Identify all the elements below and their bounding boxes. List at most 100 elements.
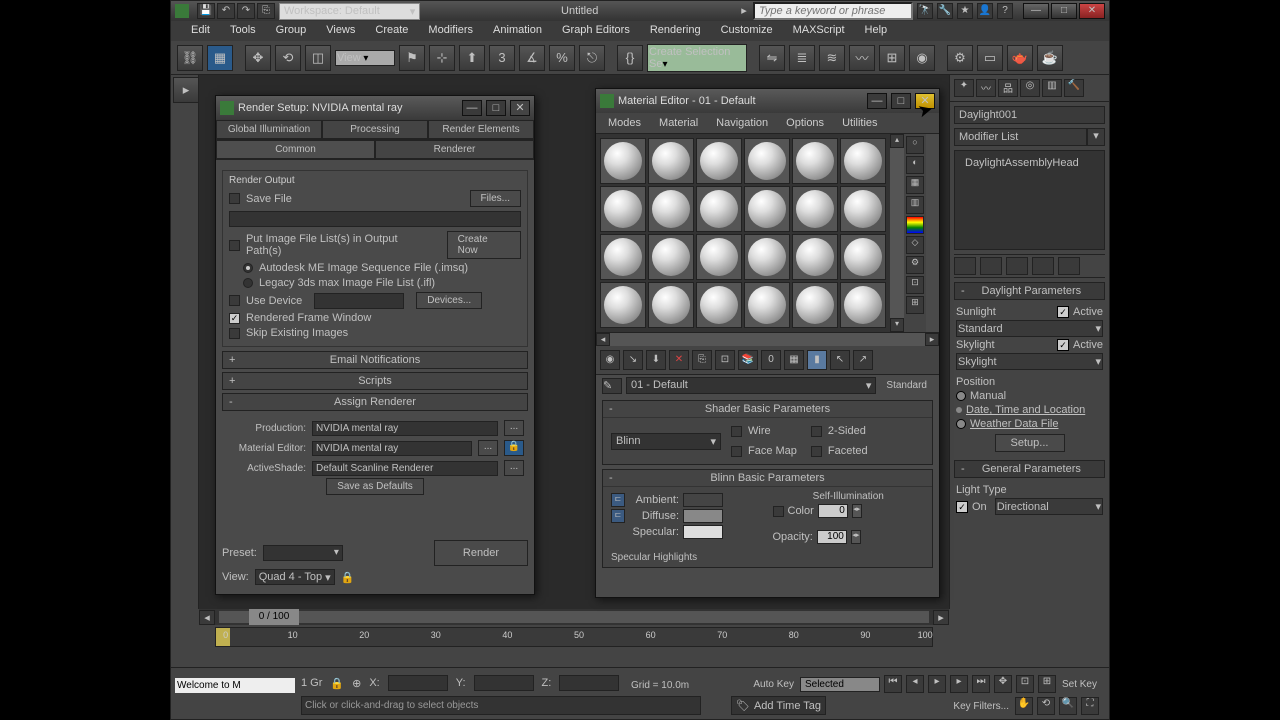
skylight-active-checkbox[interactable]: ✓ — [1057, 339, 1069, 351]
nav-pan-icon[interactable]: ✋ — [1015, 697, 1033, 715]
material-slot[interactable] — [840, 234, 886, 280]
stack-unique-icon[interactable] — [1006, 257, 1028, 275]
vscroll-up-icon[interactable]: ▴ — [890, 134, 904, 148]
lighttype-on-checkbox[interactable]: ✓ — [956, 501, 968, 513]
material-slot[interactable] — [600, 234, 646, 280]
keyfilters-button[interactable]: Key Filters... — [951, 701, 1011, 712]
autokey-button[interactable]: Auto Key — [751, 679, 796, 690]
maxscript-listener[interactable]: Welcome to M — [175, 678, 295, 693]
material-slot[interactable] — [840, 282, 886, 328]
play-icon[interactable]: ▸ — [928, 675, 946, 693]
ref-coord-select[interactable]: View ▾ — [335, 50, 395, 66]
me-menu-material[interactable]: Material — [651, 115, 706, 131]
material-slot[interactable] — [696, 186, 742, 232]
menu-graph-editors[interactable]: Graph Editors — [552, 21, 640, 41]
material-slot[interactable] — [792, 186, 838, 232]
production-browse-button[interactable]: ... — [504, 420, 524, 436]
stack-config-icon[interactable] — [1058, 257, 1080, 275]
tool-percent-snap-icon[interactable]: % — [549, 45, 575, 71]
prev-frame-icon[interactable]: ◂ — [906, 675, 924, 693]
position-manual-radio[interactable] — [956, 391, 966, 401]
help-signin-icon[interactable]: 👤 — [977, 3, 993, 19]
reset-map-icon[interactable]: ✕ — [669, 350, 689, 370]
put-to-library-icon[interactable]: 📚 — [738, 350, 758, 370]
tool-render-setup-icon[interactable]: ⚙ — [947, 45, 973, 71]
tab-processing[interactable]: Processing — [322, 120, 428, 139]
selfillum-spinner[interactable]: ◂▸ — [852, 504, 862, 518]
tool-align-icon[interactable]: ≣ — [789, 45, 815, 71]
email-rollout[interactable]: +Email Notifications — [222, 351, 528, 369]
stack-show-icon[interactable] — [980, 257, 1002, 275]
tab-hierarchy-icon[interactable]: 品 — [998, 79, 1018, 97]
save-file-checkbox[interactable] — [229, 193, 240, 204]
rfw-checkbox[interactable]: ✓ — [229, 313, 240, 324]
help-star-icon[interactable]: ★ — [957, 3, 973, 19]
stack-pin-icon[interactable] — [954, 257, 976, 275]
menu-edit[interactable]: Edit — [181, 21, 220, 41]
pick-material-icon[interactable]: ✎ — [602, 378, 622, 394]
tool-keymode-icon[interactable]: ⬆ — [459, 45, 485, 71]
menu-create[interactable]: Create — [365, 21, 418, 41]
material-slot[interactable] — [840, 186, 886, 232]
matlib-icon[interactable]: ⊞ — [906, 296, 924, 314]
blinn-basic-header[interactable]: -Blinn Basic Parameters — [603, 470, 932, 487]
material-slot[interactable] — [744, 234, 790, 280]
sunlight-type-select[interactable]: Standard▾ — [956, 320, 1103, 337]
tool-layers-icon[interactable]: ≋ — [819, 45, 845, 71]
search-input[interactable] — [753, 2, 913, 20]
setup-button[interactable]: Setup... — [995, 434, 1065, 452]
hscroll-left-icon[interactable]: ◂ — [596, 333, 610, 346]
timeline-prev-icon[interactable]: ◂ — [199, 610, 215, 625]
keymode-select[interactable]: Selected — [800, 677, 880, 692]
vscroll-track[interactable] — [890, 148, 904, 318]
time-slider-track[interactable]: 0 / 100 — [219, 611, 929, 623]
scripts-rollout[interactable]: +Scripts — [222, 372, 528, 390]
title-play-icon[interactable]: ▸ — [739, 4, 749, 18]
menu-tools[interactable]: Tools — [220, 21, 266, 41]
minimize-button[interactable]: — — [1023, 3, 1049, 19]
make-unique-icon[interactable]: ⊡ — [715, 350, 735, 370]
tab-create-icon[interactable]: ✦ — [954, 79, 974, 97]
show-end-result-icon[interactable]: ▮ — [807, 350, 827, 370]
render-min-button[interactable]: — — [462, 100, 482, 116]
view-lock-button[interactable]: 🔒 — [341, 571, 355, 584]
menu-views[interactable]: Views — [316, 21, 365, 41]
material-slot[interactable] — [792, 234, 838, 280]
selfillum-value[interactable]: 0 — [818, 504, 848, 518]
qat-redo-icon[interactable]: ↷ — [237, 3, 255, 19]
material-slot[interactable] — [840, 138, 886, 184]
menu-group[interactable]: Group — [266, 21, 317, 41]
faceted-checkbox[interactable] — [811, 446, 822, 457]
tool-angle-snap-icon[interactable]: ∡ — [519, 45, 545, 71]
tool-teapot-icon[interactable]: ☕ — [1037, 45, 1063, 71]
imsq-radio[interactable] — [243, 263, 253, 273]
menu-animation[interactable]: Animation — [483, 21, 552, 41]
tab-motion-icon[interactable]: ◎ — [1020, 79, 1040, 97]
2sided-checkbox[interactable] — [811, 426, 822, 437]
material-slot[interactable] — [792, 282, 838, 328]
nav-2-icon[interactable]: ⊡ — [1016, 675, 1034, 693]
tool-move-icon[interactable]: ✥ — [245, 45, 271, 71]
put-list-checkbox[interactable] — [229, 240, 240, 251]
tool-curve-editor-icon[interactable]: 〰 — [849, 45, 875, 71]
next-frame-icon[interactable]: ▸ — [950, 675, 968, 693]
tab-render-elements[interactable]: Render Elements — [428, 120, 534, 139]
me-browse-button[interactable]: ... — [478, 440, 498, 456]
use-device-checkbox[interactable] — [229, 295, 240, 306]
stack-item[interactable]: DaylightAssemblyHead — [959, 155, 1100, 171]
position-weather-radio[interactable] — [956, 419, 966, 429]
me-menu-options[interactable]: Options — [778, 115, 832, 131]
tool-rfw-icon[interactable]: ▭ — [977, 45, 1003, 71]
tab-display-icon[interactable]: ▥ — [1042, 79, 1062, 97]
material-slot[interactable] — [744, 282, 790, 328]
nav-zoom-icon[interactable]: 🔍 — [1059, 697, 1077, 715]
help-binoculars-icon[interactable]: 🔭 — [917, 3, 933, 19]
selection-set-select[interactable]: Create Selection Se▾ — [647, 44, 747, 72]
vscroll-down-icon[interactable]: ▾ — [890, 318, 904, 332]
maximize-button[interactable]: □ — [1051, 3, 1077, 19]
sample-type-icon[interactable]: ○ — [906, 136, 924, 154]
ifl-radio[interactable] — [243, 278, 253, 288]
backlight-icon[interactable]: ◐ — [906, 156, 924, 174]
material-slot[interactable] — [696, 138, 742, 184]
device-field[interactable] — [314, 293, 404, 309]
